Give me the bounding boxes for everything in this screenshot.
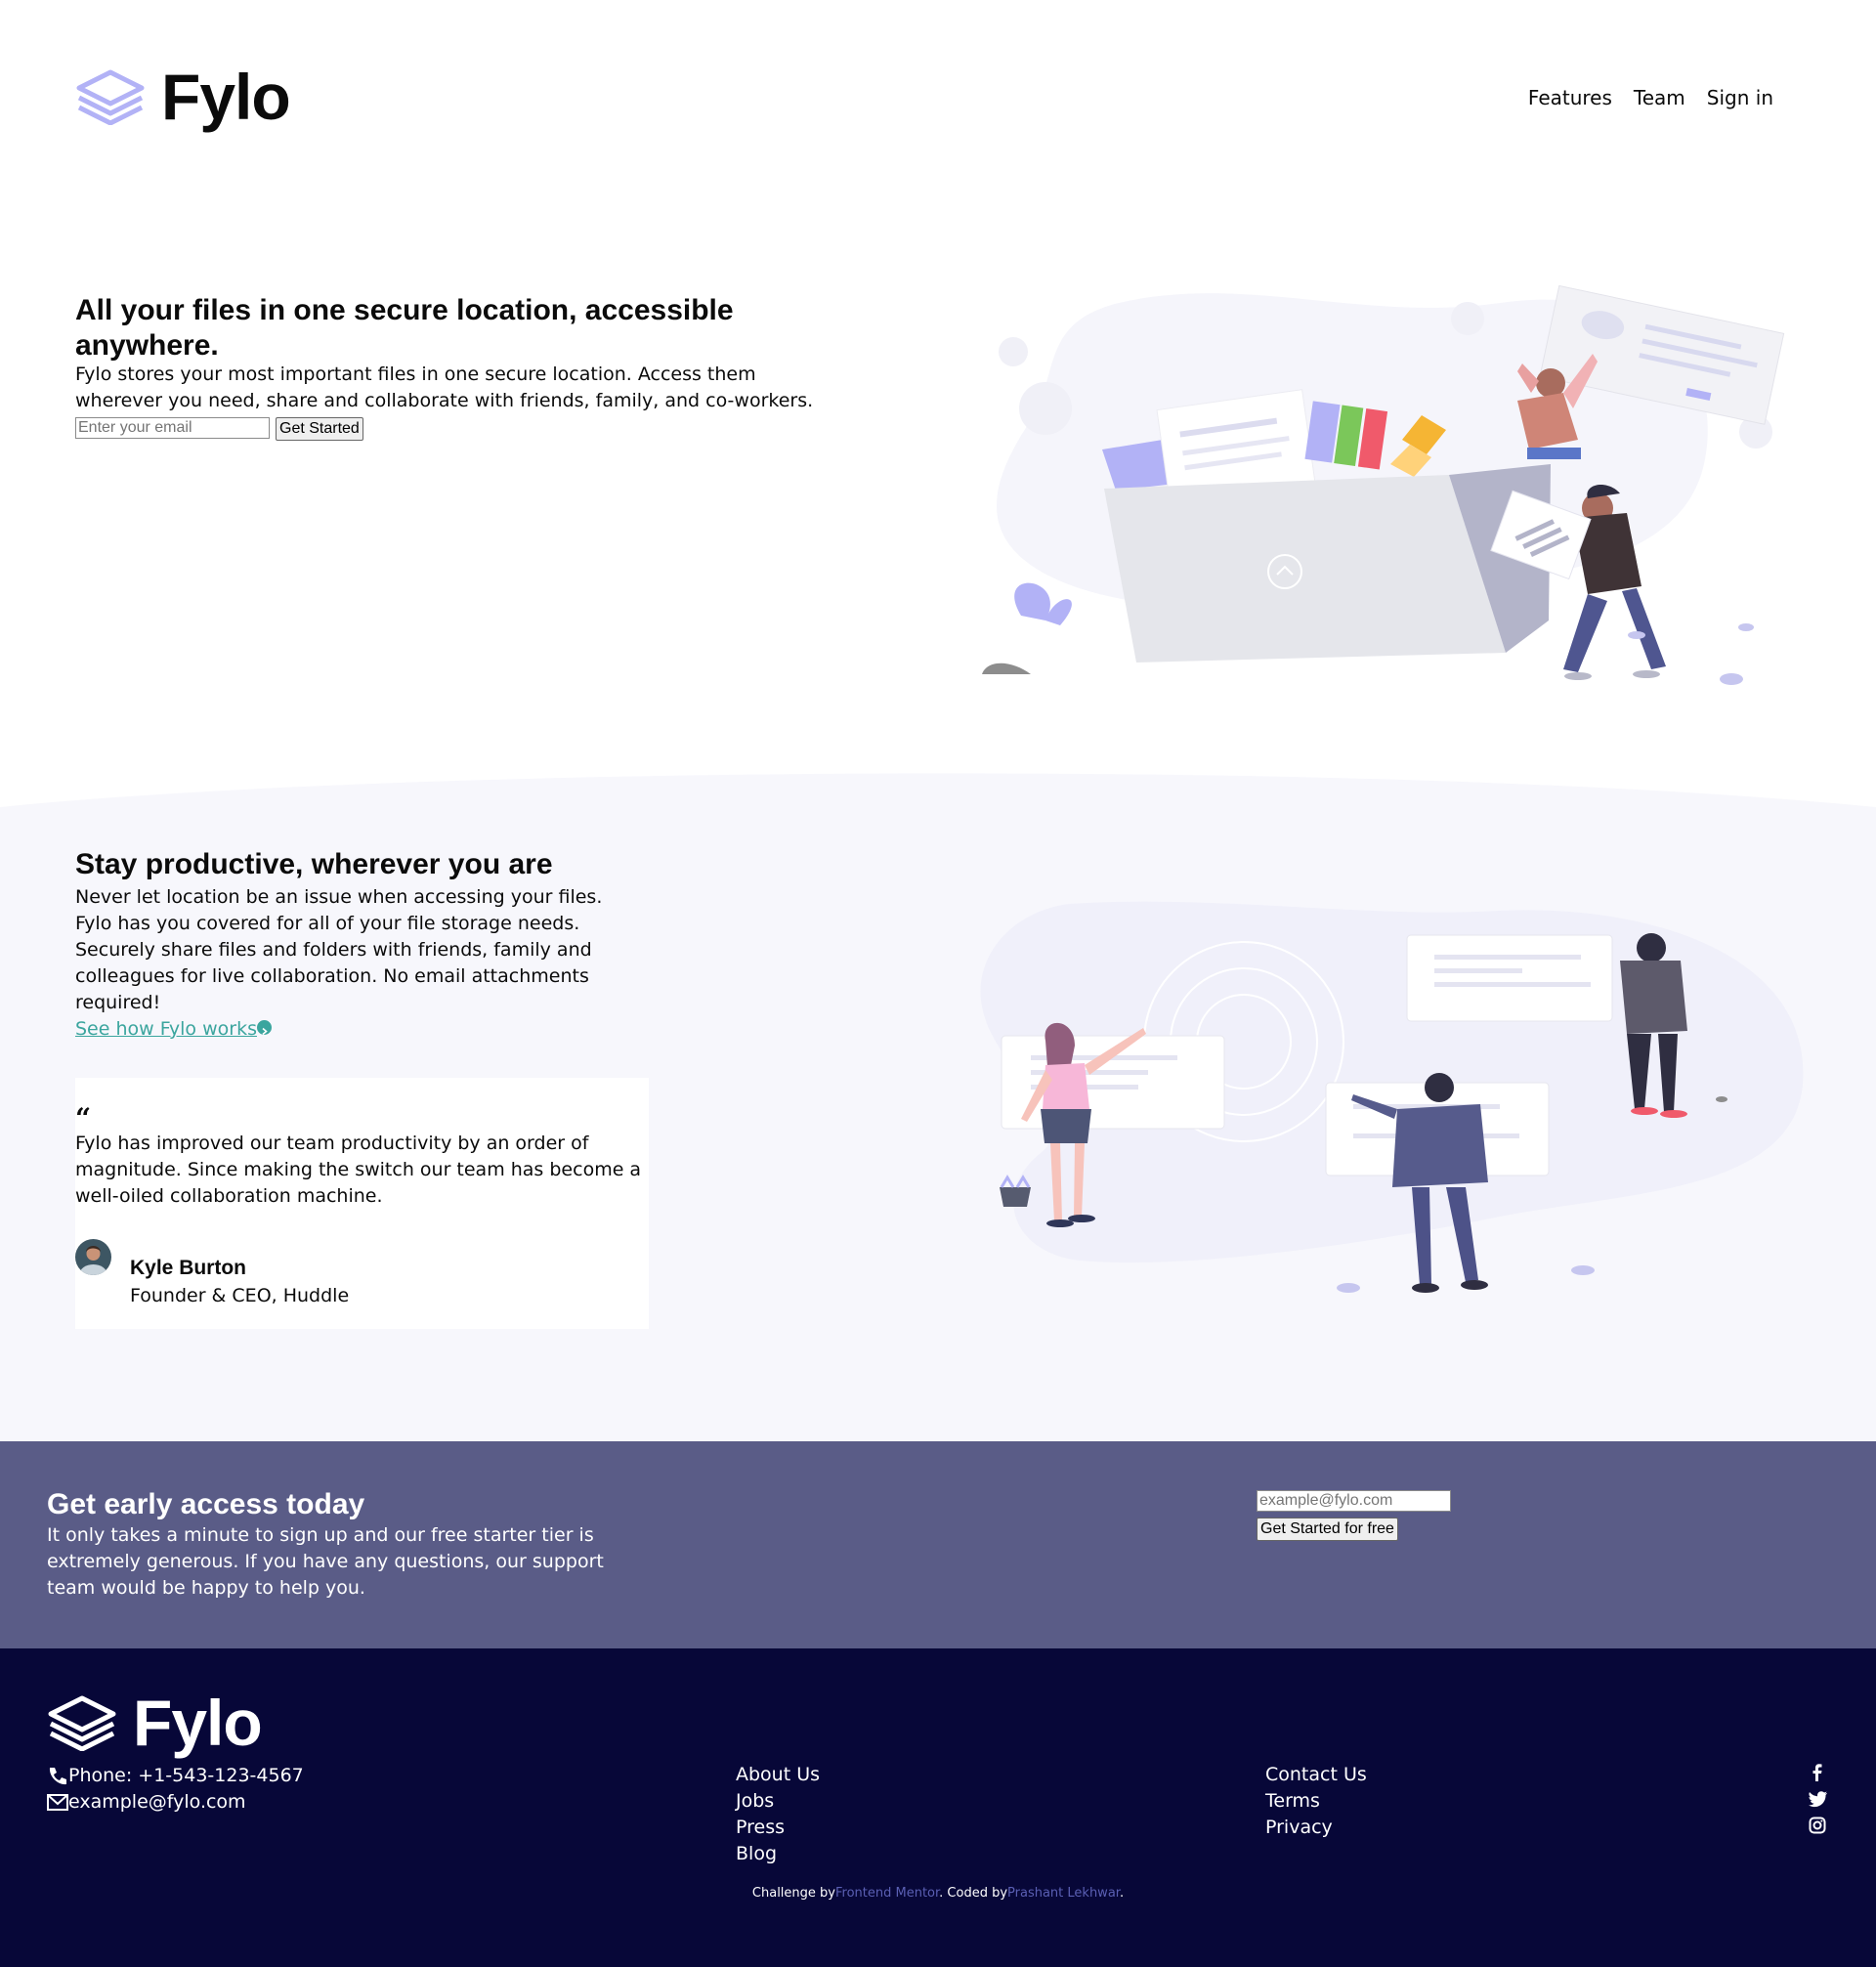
quote-icon: “ [75, 1102, 92, 1134]
footer-links-col-2: Contact Us Terms Privacy [1265, 1762, 1367, 1841]
footer-link-blog[interactable]: Blog [736, 1841, 820, 1867]
fylo-logo-icon [48, 1695, 116, 1751]
footer-links-col-1: About Us Jobs Press Blog [736, 1762, 820, 1867]
nav-team[interactable]: Team [1634, 86, 1685, 109]
main-nav: Features Team Sign in [1528, 86, 1773, 109]
footer-brand-name: Fylo [133, 1687, 263, 1759]
cta-title: Get early access today [47, 1488, 365, 1520]
frontend-mentor-link[interactable]: Frontend Mentor [835, 1886, 939, 1901]
credit-prefix: Challenge by [751, 1886, 835, 1901]
hero-get-started-button[interactable]: Get Started [276, 417, 363, 441]
cta-email-input[interactable] [1257, 1490, 1451, 1512]
credit-mid: . Coded by [939, 1886, 1008, 1901]
productive-title: Stay productive, wherever you are [75, 848, 553, 880]
phone-icon [47, 1766, 68, 1787]
footer-link-privacy[interactable]: Privacy [1265, 1815, 1367, 1841]
arrow-circle-icon[interactable] [256, 1020, 272, 1036]
instagram-icon[interactable] [1809, 1817, 1826, 1834]
footer-email: example@fylo.com [68, 1791, 246, 1813]
footer-link-jobs[interactable]: Jobs [736, 1788, 820, 1815]
testimonial-text: Fylo has improved our team productivity … [75, 1133, 642, 1207]
footer-link-terms[interactable]: Terms [1265, 1788, 1367, 1815]
footer-link-contact[interactable]: Contact Us [1265, 1762, 1367, 1788]
email-icon [47, 1792, 68, 1814]
facebook-icon[interactable] [1809, 1764, 1826, 1781]
social-links [1809, 1764, 1827, 1834]
productive-paragraph-1: Never let location be an issue when acce… [75, 886, 603, 934]
cta-form: Get Started for free [1257, 1490, 1451, 1541]
productive-text: Never let location be an issue when acce… [75, 884, 622, 1043]
nav-features[interactable]: Features [1528, 86, 1612, 109]
footer-link-press[interactable]: Press [736, 1815, 820, 1841]
footer-credits: Challenge byFrontend Mentor. Coded byPra… [0, 1886, 1876, 1901]
testimonial-author-role: Founder & CEO, Huddle [130, 1285, 350, 1306]
hero-email-input[interactable] [75, 417, 270, 439]
footer-phone: Phone: +1-543-123-4567 [68, 1765, 304, 1786]
hero-text: Fylo stores your most important files in… [75, 363, 814, 411]
credit-end: . [1119, 1886, 1125, 1901]
productive-paragraph-2: Securely share files and folders with fr… [75, 939, 592, 1013]
twitter-icon[interactable] [1809, 1790, 1827, 1808]
brand-name: Fylo [161, 61, 291, 133]
footer-contact: Phone: +1-543-123-4567 example@fylo.com [47, 1763, 304, 1816]
hero-illustration [982, 284, 1785, 685]
testimonial-author-name: Kyle Burton [130, 1257, 247, 1279]
fylo-logo-icon [76, 69, 145, 125]
cta-text: It only takes a minute to sign up and ou… [47, 1524, 604, 1599]
see-how-link[interactable]: See how Fylo works [75, 1018, 257, 1040]
testimonial-card: “ Fylo has improved our team productivit… [75, 1078, 649, 1329]
footer-link-about[interactable]: About Us [736, 1762, 820, 1788]
avatar [75, 1239, 111, 1275]
author-link[interactable]: Prashant Lekhwar [1007, 1886, 1120, 1901]
cta-get-started-button[interactable]: Get Started for free [1257, 1518, 1398, 1541]
nav-signin[interactable]: Sign in [1707, 86, 1773, 109]
hero-title: All your files in one secure location, a… [75, 294, 734, 362]
hero-form: Get Started [75, 417, 363, 441]
footer-logo[interactable]: Fylo [47, 1687, 263, 1759]
productive-illustration [980, 901, 1804, 1293]
logo[interactable]: Fylo [75, 61, 291, 133]
